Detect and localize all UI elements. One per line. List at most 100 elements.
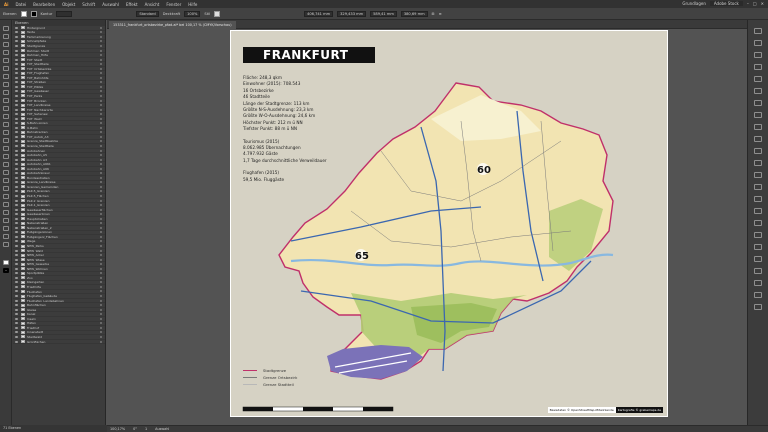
target-circle-icon[interactable] xyxy=(100,94,102,97)
symbols-panel-icon[interactable] xyxy=(754,100,762,106)
menu-hilfe[interactable]: Hilfe xyxy=(188,2,197,7)
target-circle-icon[interactable] xyxy=(100,99,102,102)
x-field[interactable]: 406,741 mm xyxy=(304,10,334,17)
visibility-eye-icon[interactable] xyxy=(15,176,18,179)
visibility-eye-icon[interactable] xyxy=(15,140,18,143)
target-circle-icon[interactable] xyxy=(100,104,102,107)
target-circle-icon[interactable] xyxy=(100,108,102,111)
character-panel-icon[interactable] xyxy=(754,208,762,214)
target-circle-icon[interactable] xyxy=(100,76,102,79)
visibility-eye-icon[interactable] xyxy=(15,54,18,57)
menu-datei[interactable]: Datei xyxy=(15,2,26,7)
target-circle-icon[interactable] xyxy=(100,299,102,302)
align-panel-icon[interactable] xyxy=(754,172,762,178)
navigator-panel-icon[interactable] xyxy=(754,268,762,274)
target-circle-icon[interactable] xyxy=(100,199,102,202)
visibility-eye-icon[interactable] xyxy=(15,181,18,184)
scale-tool-icon[interactable] xyxy=(3,130,9,135)
stroke-color-icon[interactable] xyxy=(3,268,9,273)
target-circle-icon[interactable] xyxy=(100,31,102,34)
search-stock-field[interactable]: Adobe Stock xyxy=(709,1,743,6)
target-circle-icon[interactable] xyxy=(100,176,102,179)
stroke-weight-field[interactable] xyxy=(56,10,73,17)
visibility-eye-icon[interactable] xyxy=(15,58,18,61)
target-circle-icon[interactable] xyxy=(100,126,102,129)
target-circle-icon[interactable] xyxy=(100,208,102,211)
target-circle-icon[interactable] xyxy=(100,181,102,184)
target-circle-icon[interactable] xyxy=(100,172,102,175)
target-circle-icon[interactable] xyxy=(100,72,102,75)
target-circle-icon[interactable] xyxy=(100,163,102,166)
maximize-icon[interactable]: □ xyxy=(753,1,757,6)
visibility-eye-icon[interactable] xyxy=(15,326,18,329)
menu-effekt[interactable]: Effekt xyxy=(126,2,138,7)
y-field[interactable]: 329,433 mm xyxy=(337,10,367,17)
visibility-eye-icon[interactable] xyxy=(15,208,18,211)
fill-color-icon[interactable] xyxy=(3,260,9,265)
target-circle-icon[interactable] xyxy=(100,254,102,257)
free-transform-tool-icon[interactable] xyxy=(3,146,9,151)
target-circle-icon[interactable] xyxy=(100,167,102,170)
actions-panel-icon[interactable] xyxy=(754,292,762,298)
target-circle-icon[interactable] xyxy=(100,217,102,220)
visibility-eye-icon[interactable] xyxy=(15,26,18,29)
appearance-panel-icon[interactable] xyxy=(754,148,762,154)
visibility-eye-icon[interactable] xyxy=(15,263,18,266)
brush-style-dropdown[interactable]: Standard xyxy=(136,10,159,17)
target-circle-icon[interactable] xyxy=(100,154,102,157)
visibility-eye-icon[interactable] xyxy=(15,131,18,134)
style-swatch[interactable] xyxy=(214,10,221,17)
visibility-eye-icon[interactable] xyxy=(15,235,18,238)
target-circle-icon[interactable] xyxy=(100,222,102,225)
target-circle-icon[interactable] xyxy=(100,245,102,248)
visibility-eye-icon[interactable] xyxy=(15,31,18,34)
target-circle-icon[interactable] xyxy=(100,263,102,266)
visibility-eye-icon[interactable] xyxy=(15,163,18,166)
visibility-eye-icon[interactable] xyxy=(15,276,18,279)
visibility-eye-icon[interactable] xyxy=(15,254,18,257)
h-field[interactable]: 380,69 mm xyxy=(400,10,428,17)
app-logo[interactable]: Ai xyxy=(4,2,8,7)
target-circle-icon[interactable] xyxy=(100,295,102,298)
eyedropper-tool-icon[interactable] xyxy=(3,186,9,191)
target-circle-icon[interactable] xyxy=(100,281,102,284)
visibility-eye-icon[interactable] xyxy=(15,317,18,320)
target-circle-icon[interactable] xyxy=(100,267,102,270)
layer-row[interactable]: Grünflächen xyxy=(13,340,105,345)
target-circle-icon[interactable] xyxy=(100,195,102,197)
transform-panel-icon[interactable] xyxy=(754,196,762,202)
type-tool-icon[interactable] xyxy=(3,74,9,79)
slice-tool-icon[interactable] xyxy=(3,226,9,231)
visibility-eye-icon[interactable] xyxy=(15,335,18,338)
graph-tool-icon[interactable] xyxy=(3,210,9,215)
align-icon[interactable]: ≡ xyxy=(439,12,442,16)
links-panel-icon[interactable] xyxy=(754,244,762,250)
visibility-eye-icon[interactable] xyxy=(15,76,18,79)
paintbrush-tool-icon[interactable] xyxy=(3,98,9,103)
properties-panel-icon[interactable] xyxy=(754,28,762,34)
visibility-eye-icon[interactable] xyxy=(15,195,18,197)
target-circle-icon[interactable] xyxy=(100,158,102,161)
visibility-eye-icon[interactable] xyxy=(15,94,18,97)
visibility-eye-icon[interactable] xyxy=(15,267,18,270)
eraser-tool-icon[interactable] xyxy=(3,114,9,119)
visibility-eye-icon[interactable] xyxy=(15,149,18,152)
target-circle-icon[interactable] xyxy=(100,135,102,138)
target-circle-icon[interactable] xyxy=(100,249,102,252)
pathfinder-panel-icon[interactable] xyxy=(754,184,762,190)
document-tab[interactable]: 153311_frankfurt_ortsbezirke_pfad.ai* be… xyxy=(109,21,236,29)
visibility-eye-icon[interactable] xyxy=(15,299,18,302)
target-circle-icon[interactable] xyxy=(100,290,102,293)
target-circle-icon[interactable] xyxy=(100,58,102,61)
visibility-eye-icon[interactable] xyxy=(15,190,18,193)
color-panel-icon[interactable] xyxy=(754,64,762,70)
target-circle-icon[interactable] xyxy=(100,322,102,325)
visibility-eye-icon[interactable] xyxy=(15,158,18,161)
visibility-eye-icon[interactable] xyxy=(15,281,18,284)
visibility-eye-icon[interactable] xyxy=(15,85,18,88)
visibility-eye-icon[interactable] xyxy=(15,322,18,325)
target-circle-icon[interactable] xyxy=(100,140,102,143)
visibility-eye-icon[interactable] xyxy=(15,67,18,70)
rotation-field[interactable]: 0° xyxy=(133,427,137,431)
libraries-panel-icon[interactable] xyxy=(754,52,762,58)
